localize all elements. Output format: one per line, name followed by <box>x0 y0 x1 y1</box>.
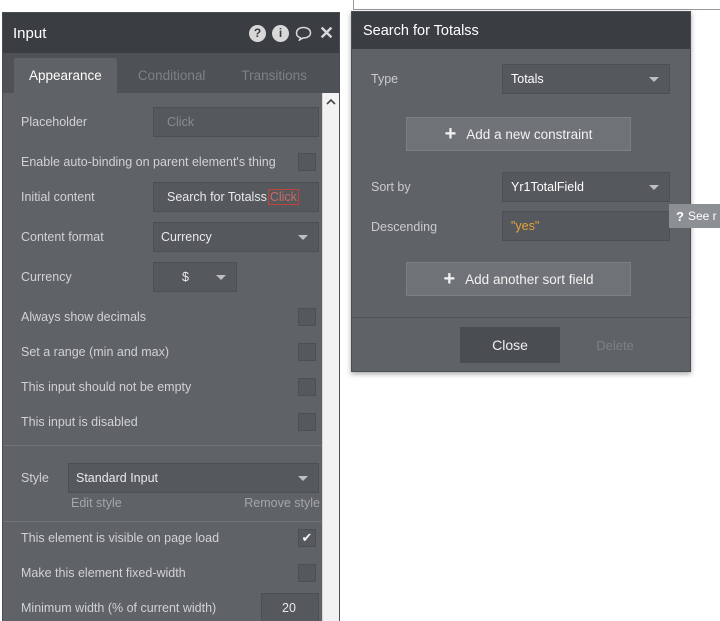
disabled-label: This input is disabled <box>21 415 138 429</box>
visible-on-load-row: This element is visible on page load ✔ <box>21 523 318 553</box>
close-icon[interactable]: ✕ <box>318 23 335 43</box>
chevron-down-icon <box>298 476 308 481</box>
header-icons: ? i ✕ <box>249 23 339 43</box>
chevron-down-icon <box>216 275 226 280</box>
set-range-checkbox[interactable] <box>298 343 316 361</box>
add-constraint-button[interactable]: + Add a new constraint <box>406 117 631 151</box>
auto-binding-row: Enable auto-binding on parent element's … <box>21 147 318 177</box>
comment-icon[interactable] <box>295 25 312 42</box>
placeholder-input[interactable]: Click <box>153 107 319 137</box>
plus-icon: + <box>444 123 457 145</box>
close-button[interactable]: Close <box>460 327 560 363</box>
descending-label: Descending <box>371 220 438 234</box>
visible-on-load-checkbox[interactable]: ✔ <box>298 529 316 547</box>
panel-scrollbar[interactable] <box>322 93 339 621</box>
type-dropdown[interactable]: Totals <box>502 64 670 94</box>
content-format-value: Currency <box>161 230 212 244</box>
panel-header: Input ? i ✕ <box>3 13 339 53</box>
style-dropdown[interactable]: Standard Input <box>68 463 319 493</box>
delete-button[interactable]: Delete <box>580 327 650 363</box>
currency-dropdown[interactable]: $ <box>153 262 237 292</box>
tab-conditional[interactable]: Conditional <box>123 58 221 93</box>
dynamic-token[interactable]: Click <box>267 189 299 205</box>
fixed-width-label: Make this element fixed-width <box>21 566 186 580</box>
style-value: Standard Input <box>76 471 159 485</box>
set-range-row: Set a range (min and max) <box>21 337 318 367</box>
chevron-down-icon <box>649 185 659 190</box>
tab-transitions[interactable]: Transitions <box>226 58 322 93</box>
not-empty-checkbox[interactable] <box>298 378 316 396</box>
chevron-down-icon <box>649 77 659 82</box>
sort-by-label: Sort by <box>371 180 411 194</box>
always-show-decimals-checkbox[interactable] <box>298 308 316 326</box>
search-dialog: Search for Totalss Type Totals + Add a n… <box>351 11 691 372</box>
chevron-down-icon <box>298 235 308 240</box>
scroll-up-icon[interactable] <box>323 93 339 110</box>
set-range-label: Set a range (min and max) <box>21 345 169 359</box>
sort-by-value: Yr1TotalField <box>511 180 584 194</box>
auto-binding-checkbox[interactable] <box>298 153 316 171</box>
not-empty-row: This input should not be empty <box>21 372 318 402</box>
content-format-dropdown[interactable]: Currency <box>153 222 319 252</box>
not-empty-label: This input should not be empty <box>21 380 192 394</box>
dialog-title: Search for Totalss <box>363 22 479 39</box>
tooltip-text: See r <box>687 209 717 223</box>
min-width-input[interactable]: 20 <box>261 593 319 621</box>
tab-appearance[interactable]: Appearance <box>14 58 117 93</box>
initial-content-input[interactable]: Search for Totalss Click <box>153 182 319 212</box>
dialog-header: Search for Totalss <box>352 12 690 49</box>
remove-style-link[interactable]: Remove style <box>244 496 320 510</box>
section-divider <box>3 521 322 522</box>
initial-content-text: Search for Totalss <box>167 190 267 204</box>
info-icon[interactable]: i <box>272 24 289 42</box>
add-sort-field-label: Add another sort field <box>465 271 594 287</box>
input-properties-panel: Input ? i ✕ Appearance Conditional Trans… <box>2 12 340 621</box>
disabled-row: This input is disabled <box>21 407 318 437</box>
visible-on-load-label: This element is visible on page load <box>21 531 220 545</box>
add-constraint-label: Add a new constraint <box>466 126 593 142</box>
footer-divider <box>352 317 690 318</box>
edit-style-link[interactable]: Edit style <box>71 496 122 510</box>
see-reference-tooltip[interactable]: ? See r <box>669 204 720 228</box>
panel-tabs: Appearance Conditional Transitions <box>3 53 339 93</box>
fixed-width-row: Make this element fixed-width <box>21 558 318 588</box>
disabled-checkbox[interactable] <box>298 413 316 431</box>
plus-icon: + <box>443 268 456 290</box>
question-icon: ? <box>676 208 684 224</box>
type-label: Type <box>371 72 399 86</box>
currency-value: $ <box>182 270 189 284</box>
auto-binding-label: Enable auto-binding on parent element's … <box>21 155 276 169</box>
background-element <box>353 0 720 10</box>
descending-input[interactable]: "yes" <box>502 211 670 241</box>
always-show-decimals-row: Always show decimals <box>21 302 318 332</box>
panel-title: Input <box>13 24 47 42</box>
always-show-decimals-label: Always show decimals <box>21 310 147 324</box>
add-sort-field-button[interactable]: + Add another sort field <box>406 262 631 296</box>
fixed-width-checkbox[interactable] <box>298 564 316 582</box>
section-divider <box>3 445 322 446</box>
sort-by-dropdown[interactable]: Yr1TotalField <box>502 172 670 202</box>
type-value: Totals <box>511 72 544 86</box>
help-icon[interactable]: ? <box>249 24 266 42</box>
